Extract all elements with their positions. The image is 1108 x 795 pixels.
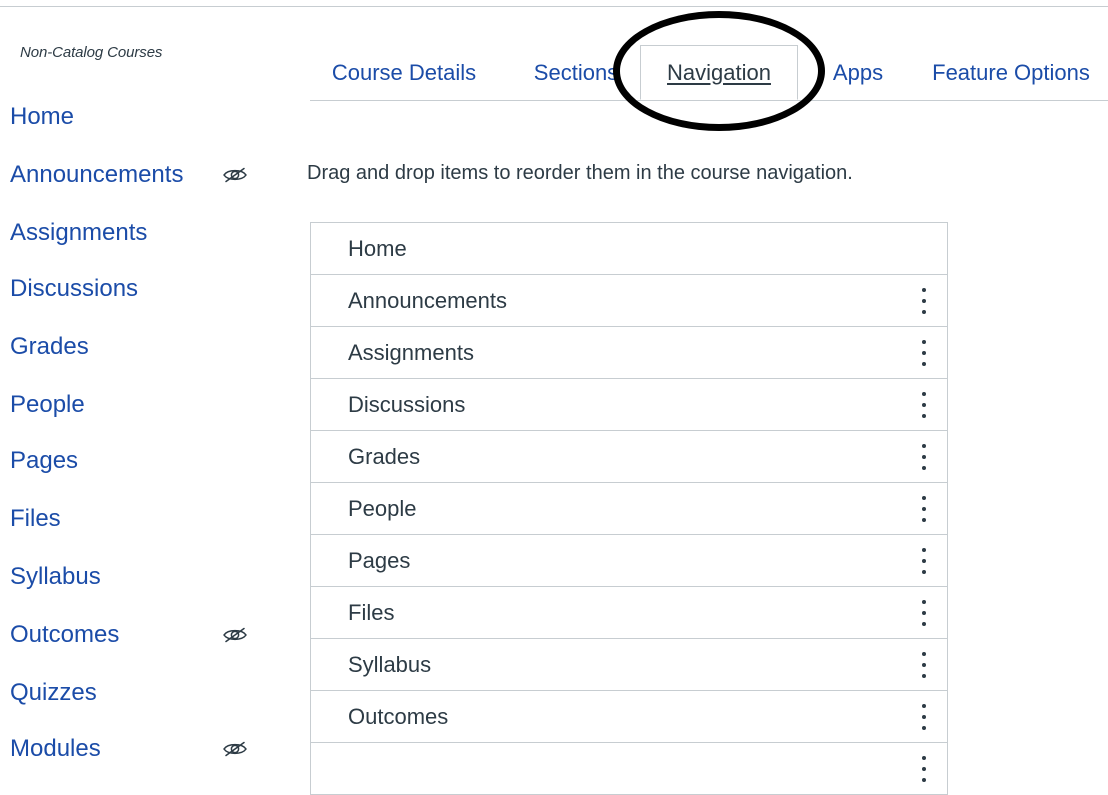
nav-list-row-announcements[interactable]: Announcements bbox=[311, 275, 947, 327]
sidebar-item-quizzes[interactable]: Quizzes bbox=[10, 676, 290, 710]
eye-slash-icon bbox=[222, 738, 248, 760]
tab-label[interactable]: Feature Options bbox=[932, 60, 1090, 86]
sidebar-item-modules[interactable]: Modules bbox=[10, 732, 290, 766]
sidebar-item-announcements[interactable]: Announcements bbox=[10, 158, 290, 192]
sidebar-item-discussions[interactable]: Discussions bbox=[10, 272, 290, 306]
sidebar-item-label[interactable]: Syllabus bbox=[10, 563, 101, 591]
tab-feature-options[interactable]: Feature Options bbox=[914, 45, 1108, 100]
nav-list-row-label: Files bbox=[348, 600, 394, 626]
nav-list-row-syllabus[interactable]: Syllabus bbox=[311, 639, 947, 691]
tab-sections[interactable]: Sections bbox=[512, 45, 640, 100]
nav-list-row-label: Pages bbox=[348, 548, 410, 574]
sidebar-item-people[interactable]: People bbox=[10, 388, 290, 422]
nav-list-row-discussions[interactable]: Discussions bbox=[311, 379, 947, 431]
sidebar-item-label[interactable]: Outcomes bbox=[10, 621, 119, 649]
course-name-label: Non-Catalog Courses bbox=[20, 44, 162, 61]
nav-list-row-outcomes[interactable]: Outcomes bbox=[311, 691, 947, 743]
kebab-menu-icon[interactable] bbox=[921, 652, 927, 678]
sidebar-item-label[interactable]: People bbox=[10, 391, 85, 419]
settings-tabbar: Course Details Sections Navigation Apps Feat… bbox=[300, 45, 1108, 101]
nav-list-row-assignments[interactable]: Assignments bbox=[311, 327, 947, 379]
sidebar-item-home[interactable]: Home bbox=[10, 100, 290, 134]
kebab-menu-icon[interactable] bbox=[921, 548, 927, 574]
sidebar-item-label[interactable]: Quizzes bbox=[10, 679, 97, 707]
nav-list-row-label: Syllabus bbox=[348, 652, 431, 678]
kebab-menu-icon[interactable] bbox=[921, 704, 927, 730]
nav-list-row-label: Assignments bbox=[348, 340, 474, 366]
kebab-menu-icon[interactable] bbox=[921, 756, 927, 782]
sidebar-item-label[interactable]: Home bbox=[10, 103, 74, 131]
sidebar-item-label[interactable]: Assignments bbox=[10, 219, 147, 247]
kebab-menu-icon[interactable] bbox=[921, 444, 927, 470]
tab-label[interactable]: Apps bbox=[833, 60, 883, 86]
kebab-menu-icon[interactable] bbox=[921, 496, 927, 522]
sidebar-item-grades[interactable]: Grades bbox=[10, 330, 290, 364]
kebab-menu-icon[interactable] bbox=[921, 340, 927, 366]
tab-label[interactable]: Navigation bbox=[667, 60, 771, 86]
sidebar-item-label[interactable]: Pages bbox=[10, 447, 78, 475]
tab-course-details[interactable]: Course Details bbox=[318, 45, 490, 100]
course-sidebar: Non-Catalog Courses Home Announcements Ass… bbox=[0, 0, 300, 750]
sidebar-item-label[interactable]: Grades bbox=[10, 333, 89, 361]
sidebar-item-outcomes[interactable]: Outcomes bbox=[10, 618, 290, 652]
sidebar-item-label[interactable]: Announcements bbox=[10, 161, 183, 189]
kebab-menu-icon[interactable] bbox=[921, 600, 927, 626]
kebab-menu-icon[interactable] bbox=[921, 288, 927, 314]
sidebar-item-label[interactable]: Files bbox=[10, 505, 61, 533]
nav-list-row-files[interactable]: Files bbox=[311, 587, 947, 639]
sidebar-item-pages[interactable]: Pages bbox=[10, 444, 290, 478]
nav-list-row-home[interactable]: Home bbox=[311, 223, 947, 275]
nav-list-row-pages[interactable]: Pages bbox=[311, 535, 947, 587]
nav-list-row-label: People bbox=[348, 496, 417, 522]
nav-list-row-partial[interactable] bbox=[311, 743, 947, 795]
tab-navigation[interactable]: Navigation bbox=[640, 45, 798, 100]
nav-list-row-label: Home bbox=[348, 236, 407, 262]
nav-list-row-label: Discussions bbox=[348, 392, 465, 418]
sidebar-item-label[interactable]: Modules bbox=[10, 735, 101, 763]
nav-list-row-label: Announcements bbox=[348, 288, 507, 314]
tab-label[interactable]: Course Details bbox=[332, 60, 476, 86]
main-content: Course Details Sections Navigation Apps Feat… bbox=[300, 0, 1108, 750]
nav-list-row-people[interactable]: People bbox=[311, 483, 947, 535]
tab-apps[interactable]: Apps bbox=[808, 45, 908, 100]
course-navigation-list: Home Announcements Assignments Discussions G… bbox=[310, 222, 948, 795]
kebab-menu-icon[interactable] bbox=[921, 392, 927, 418]
sidebar-item-syllabus[interactable]: Syllabus bbox=[10, 560, 290, 594]
nav-list-row-label: Outcomes bbox=[348, 704, 448, 730]
nav-list-row-grades[interactable]: Grades bbox=[311, 431, 947, 483]
tabbar-underline bbox=[310, 100, 1108, 101]
tab-label[interactable]: Sections bbox=[534, 60, 618, 86]
sidebar-item-assignments[interactable]: Assignments bbox=[10, 216, 290, 250]
sidebar-item-label[interactable]: Discussions bbox=[10, 275, 138, 303]
drag-drop-instructions: Drag and drop items to reorder them in t… bbox=[307, 160, 853, 186]
eye-slash-icon bbox=[222, 624, 248, 646]
sidebar-item-files[interactable]: Files bbox=[10, 502, 290, 536]
nav-list-row-label: Grades bbox=[348, 444, 420, 470]
eye-slash-icon bbox=[222, 164, 248, 186]
